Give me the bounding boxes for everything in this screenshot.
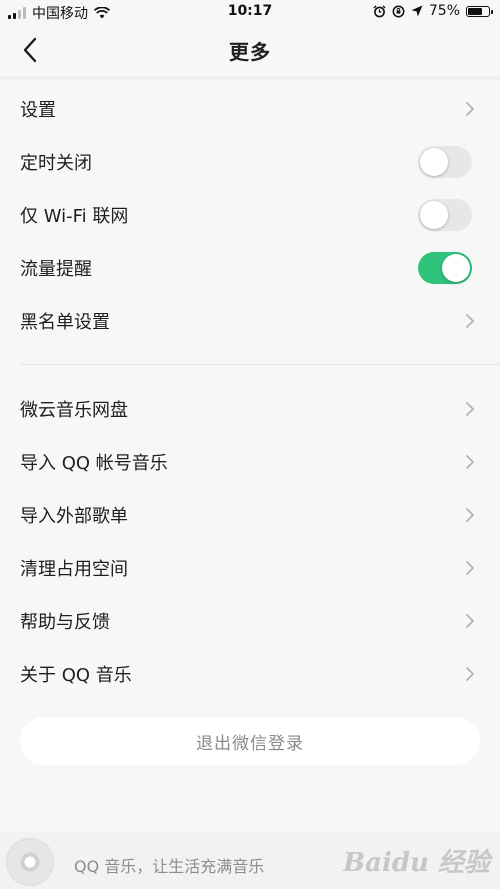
row-label: 帮助与反馈 [20,611,110,633]
chevron-right-icon [466,560,474,575]
row-label: 微云音乐网盘 [20,399,128,421]
toggle-switch[interactable] [418,198,472,231]
secondary-row-2[interactable]: 导入外部歌单 [0,488,500,541]
player-slogan: QQ 音乐，让生活充满音乐 [74,857,265,876]
row-label: 黑名单设置 [20,311,110,333]
chevron-right-icon [466,454,474,469]
chevron-right-icon [466,613,474,628]
orientation-lock-icon [392,5,405,17]
toggle-knob [420,200,448,229]
secondary-row-4[interactable]: 帮助与反馈 [0,594,500,647]
row-label: 导入 QQ 帐号音乐 [20,452,168,474]
settings-group-secondary: 微云音乐网盘导入 QQ 帐号音乐 导入外部歌单 清理占用空间 帮助与反馈关于 QQ 音… [0,382,500,700]
chevron-right-icon [466,666,474,681]
logout-wechat-button[interactable]: 退出微信登录 [20,717,480,765]
status-right: 75% [373,3,493,19]
primary-row-3[interactable]: 流量提醒 [0,241,500,294]
toggle-switch[interactable] [418,145,472,178]
battery-fill [468,7,482,15]
chevron-right-icon [466,401,474,416]
toggle-switch[interactable] [418,251,472,284]
row-label: 导入外部歌单 [20,505,128,527]
secondary-row-5[interactable]: 关于 QQ 音乐 [0,647,500,700]
chevron-right-icon [466,313,474,328]
status-bar: 中国移动 10:17 75% [0,0,500,24]
row-label: 定时关闭 [20,152,92,174]
row-label: 清理占用空间 [20,558,128,580]
primary-row-0[interactable]: 设置 [0,82,500,135]
row-label: 设置 [20,99,56,121]
row-label: 流量提醒 [20,258,92,280]
secondary-row-1[interactable]: 导入 QQ 帐号音乐 [0,435,500,488]
row-label: 仅 Wi-Fi 联网 [20,205,129,227]
secondary-row-3[interactable]: 清理占用空间 [0,541,500,594]
chevron-right-icon [466,507,474,522]
nav-bar: 更多 [0,24,500,76]
alarm-icon [373,4,386,17]
watermark: Baidu 经验 [343,848,490,878]
row-label: 关于 QQ 音乐 [20,664,132,686]
toggle-knob [442,253,470,282]
page-title: 更多 [229,40,271,64]
battery-percent: 75% [428,3,460,19]
section-divider [20,364,500,365]
toggle-knob [420,147,448,176]
primary-row-2[interactable]: 仅 Wi-Fi 联网 [0,188,500,241]
chevron-right-icon [466,101,474,116]
album-disc-icon[interactable] [6,838,54,886]
primary-row-1[interactable]: 定时关闭 [0,135,500,188]
location-arrow-icon [411,5,423,17]
primary-row-4[interactable]: 黑名单设置 [0,294,500,347]
battery-icon [466,5,493,17]
secondary-row-0[interactable]: 微云音乐网盘 [0,382,500,435]
settings-group-primary: 设置定时关闭仅 Wi-Fi 联网 流量提醒黑名单设置 [0,82,500,347]
